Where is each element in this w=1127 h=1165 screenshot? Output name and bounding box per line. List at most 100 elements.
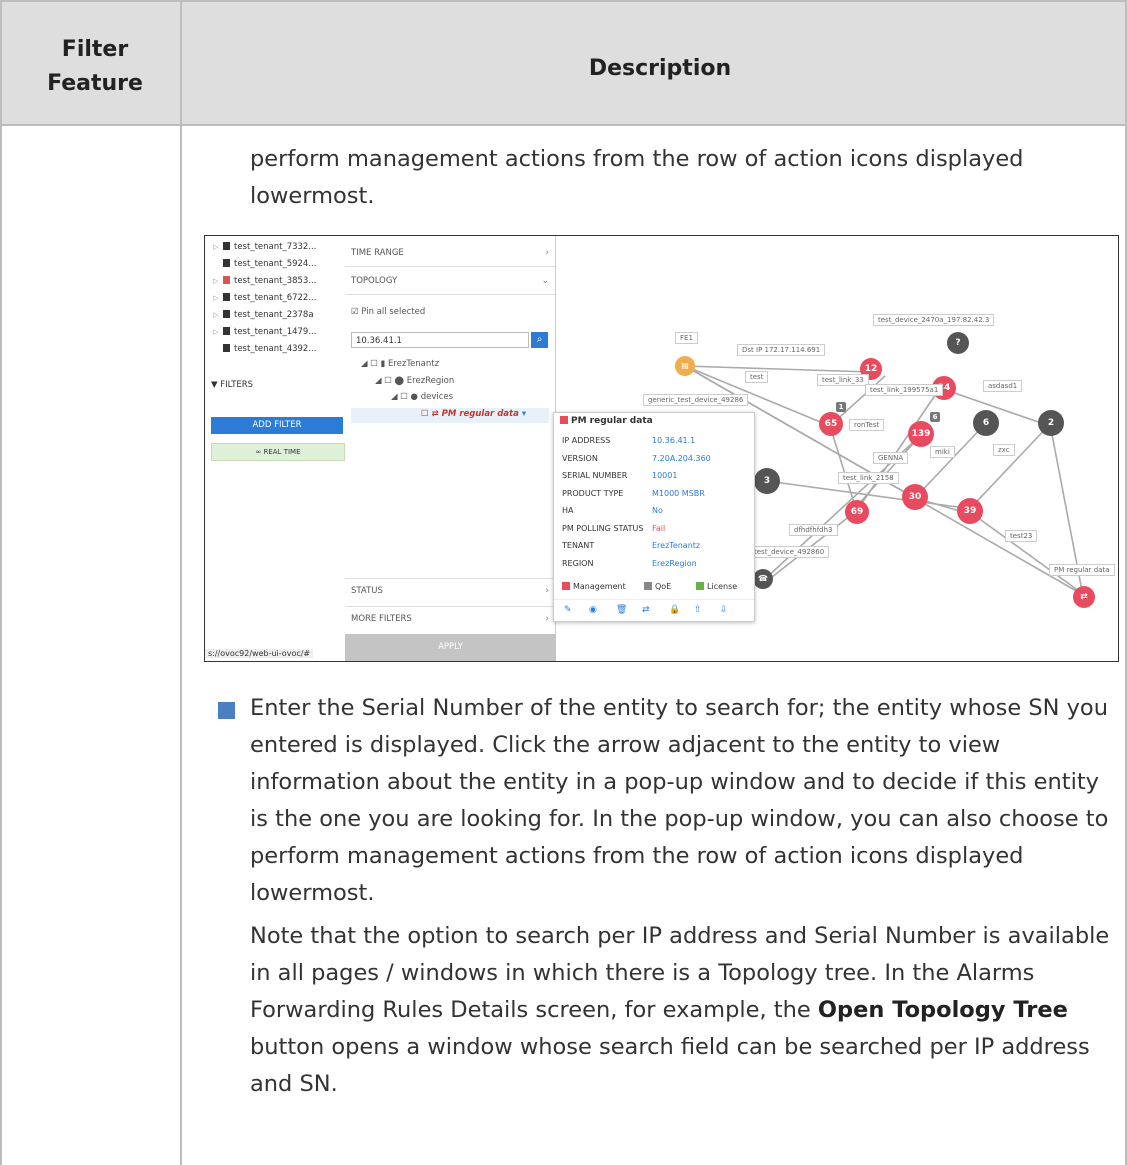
popup-field-value: Fail bbox=[652, 523, 666, 533]
lock-icon[interactable]: 🔒 bbox=[669, 605, 680, 615]
border-top bbox=[0, 0, 1127, 2]
popup-field-value: 10001 bbox=[652, 471, 678, 480]
map-badge: 1 bbox=[836, 402, 846, 412]
filters-label[interactable]: ▼ FILTERS bbox=[211, 380, 253, 390]
map-node[interactable]: 2 bbox=[1038, 410, 1064, 436]
status-url: s://ovoc92/web-ui-ovoc/# bbox=[205, 649, 314, 658]
chevron-right-icon: › bbox=[545, 248, 549, 258]
map-tag: PM regular data bbox=[1049, 564, 1115, 576]
ovoc-screenshot: ▼ FILTERS ADD FILTER ∞ REAL TIME s://ovo… bbox=[204, 235, 1119, 662]
map-node[interactable]: 3 bbox=[754, 468, 780, 494]
map-node[interactable]: 65 bbox=[819, 412, 843, 436]
map-tag: dfhdfhfdh3 bbox=[789, 524, 838, 536]
tenant-tree-item[interactable]: ▷ test_tenant_6722... bbox=[213, 291, 316, 305]
map-node[interactable]: 30 bbox=[902, 484, 928, 510]
tenant-label: test_tenant_2378a bbox=[234, 310, 314, 320]
tenant-label: test_tenant_7332... bbox=[234, 242, 317, 252]
expand-icon[interactable]: ▷ bbox=[213, 274, 223, 288]
popup-title: PM regular data bbox=[560, 416, 653, 426]
popup-field-value: No bbox=[652, 506, 663, 515]
tenant-tree-item[interactable]: ▷ test_tenant_3853... bbox=[213, 274, 316, 288]
building-icon bbox=[223, 310, 230, 318]
tree-selected-device[interactable]: ☐ ⇄ PM regular data ▾ bbox=[421, 409, 526, 419]
building-icon bbox=[223, 293, 230, 301]
map-node[interactable]: ▤ bbox=[675, 356, 695, 376]
tenant-tree-item[interactable]: test_tenant_4392... bbox=[213, 342, 316, 356]
popup-field-label: PRODUCT TYPE bbox=[562, 488, 624, 498]
map-tag: test_link_199575a1 bbox=[865, 384, 944, 396]
bullet-paragraph: Enter the Serial Number of the entity to… bbox=[250, 695, 1109, 906]
edit-icon[interactable]: ✎ bbox=[564, 605, 572, 615]
tree-tenant[interactable]: ◢ ☐ ▮ ErezTenantz bbox=[361, 359, 439, 369]
popup-field-label: VERSION bbox=[562, 453, 598, 463]
map-tag: miki bbox=[930, 446, 955, 458]
upload-icon[interactable]: ⇧ bbox=[694, 605, 702, 615]
map-node-selected[interactable]: ⇄ bbox=[1073, 586, 1095, 608]
topology-search-input[interactable]: 10.36.41.1 bbox=[351, 332, 529, 348]
tenant-tree-item[interactable]: ▷ test_tenant_1479... bbox=[213, 325, 316, 339]
time-range-section[interactable]: TIME RANGE bbox=[351, 248, 404, 258]
header-filter-feature: Filter Feature bbox=[47, 37, 143, 96]
divider bbox=[345, 578, 555, 579]
open-topology-tree-term: Open Topology Tree bbox=[817, 997, 1068, 1023]
view-icon[interactable]: ◉ bbox=[589, 605, 597, 615]
tenant-label: test_tenant_1479... bbox=[234, 327, 317, 337]
pin-all-checkbox[interactable]: ☑ Pin all selected bbox=[351, 307, 425, 317]
popup-field-value: 7.20A.204.360 bbox=[652, 453, 711, 463]
map-node[interactable]: 69 bbox=[845, 500, 869, 524]
popup-field-value: M1000 MSBR bbox=[652, 488, 705, 498]
tree-devices[interactable]: ◢ ☐ ● devices bbox=[391, 392, 453, 402]
popup-field-label: IP ADDRESS bbox=[562, 436, 611, 445]
more-filters-section[interactable]: MORE FILTERS bbox=[351, 614, 412, 624]
search-icon: ⌕ bbox=[536, 334, 543, 345]
intro-paragraph: perform management actions from the row … bbox=[250, 146, 1024, 209]
map-tag: zxc bbox=[993, 444, 1015, 456]
building-icon bbox=[223, 327, 230, 335]
filter-panel: TIME RANGE › TOPOLOGY ⌄ ☑ Pin all select… bbox=[345, 236, 556, 661]
tenant-label: test_tenant_3853... bbox=[234, 276, 317, 286]
infinity-icon: ∞ bbox=[255, 448, 264, 456]
map-tag: ronTest bbox=[849, 419, 885, 431]
popup-field-value: 10.36.41.1 bbox=[652, 436, 696, 445]
map-node[interactable]: 139 bbox=[908, 421, 934, 447]
map-tag: test_link_2158 bbox=[838, 472, 899, 484]
divider bbox=[345, 606, 555, 607]
chevron-down-icon: ⌄ bbox=[541, 276, 549, 286]
map-tag: Dst IP 172.17.114.691 bbox=[737, 344, 826, 356]
tree-region[interactable]: ◢ ☐ ⬤ ErezRegion bbox=[375, 376, 454, 386]
expand-icon[interactable]: ▷ bbox=[213, 325, 223, 339]
expand-icon[interactable]: ▷ bbox=[213, 291, 223, 305]
expand-icon[interactable]: ▷ bbox=[213, 308, 223, 322]
add-filter-button[interactable]: ADD FILTER bbox=[211, 417, 343, 434]
tenant-tree-item[interactable]: ▷ test_tenant_2378a bbox=[213, 308, 314, 322]
tenant-tree-item[interactable]: test_tenant_5924... bbox=[213, 257, 316, 271]
border-mid bbox=[180, 0, 182, 1165]
search-button[interactable]: ⌕ bbox=[531, 332, 548, 348]
tenant-tree-item[interactable]: ▷ test_tenant_7332... bbox=[213, 240, 316, 254]
download-icon[interactable]: ⇩ bbox=[720, 605, 728, 615]
header-description: Description bbox=[588, 56, 732, 81]
bullet-marker bbox=[218, 702, 235, 719]
map-node[interactable]: ☎ bbox=[753, 569, 773, 589]
real-time-button[interactable]: ∞ REAL TIME bbox=[211, 443, 345, 461]
map-tag: test_device_492860 bbox=[749, 546, 830, 558]
popup-field-label: TENANT bbox=[562, 541, 595, 550]
tenant-label: test_tenant_5924... bbox=[234, 259, 317, 269]
topology-section[interactable]: TOPOLOGY bbox=[351, 276, 397, 286]
header-divider bbox=[0, 124, 1127, 126]
popup-field-label: REGION bbox=[562, 558, 594, 568]
delete-icon[interactable]: 🗑 bbox=[616, 605, 627, 615]
filter-icon: ▼ bbox=[211, 380, 221, 390]
apply-button[interactable]: APPLY bbox=[345, 634, 556, 661]
map-node[interactable]: 39 bbox=[957, 498, 983, 524]
filter-table: Filter Feature Description perform manag… bbox=[0, 0, 1127, 1165]
popup-legend-item: License bbox=[696, 582, 737, 591]
device-info-popup: PM regular data ✎ ◉ 🗑 ⇄ 🔒 ⇧ ⇩ IP ADDRESS… bbox=[553, 412, 755, 622]
building-icon bbox=[223, 242, 230, 250]
map-node[interactable]: 6 bbox=[973, 410, 999, 436]
map-node[interactable]: ? bbox=[947, 332, 969, 354]
sync-icon[interactable]: ⇄ bbox=[642, 605, 650, 615]
expand-icon[interactable]: ▷ bbox=[213, 240, 223, 254]
status-section[interactable]: STATUS bbox=[351, 586, 383, 596]
map-tag: generic_test_device_49286 bbox=[643, 394, 749, 406]
